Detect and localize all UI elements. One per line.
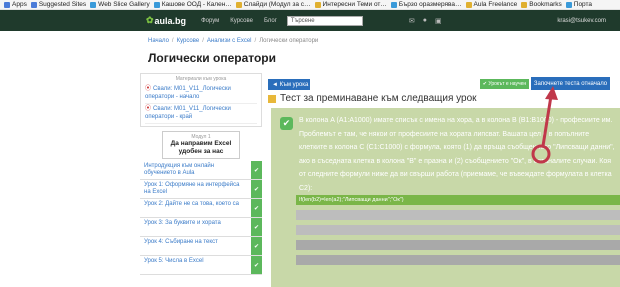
search-input[interactable]: Търсене [286,15,363,26]
page-title: Логически оператори [148,51,277,65]
bookmarks-bar: Apps Suggested Sites Web Slice Gallery К… [0,0,620,10]
answer-option[interactable] [296,225,620,235]
download-link-start[interactable]: ⦿ Свали: M01_V11_Логически оператори - на… [145,84,257,104]
module-name: Да направим Excel удобен за нас [170,140,232,155]
folder-icon [521,1,528,8]
bookmark-resize[interactable]: Бързо оразмерява… [390,1,462,8]
bookmark-apps[interactable]: Apps [4,1,27,8]
bookmark-web-slice-gallery[interactable]: Web Slice Gallery [90,1,150,8]
nav-courses[interactable]: Курсове [230,18,253,24]
bookmark-suggested-sites[interactable]: Suggested Sites [30,1,86,8]
lesson-item[interactable]: Урок 3: За буквите и хората ✔ [140,218,262,237]
breadcrumb-current: Логически оператори [259,38,319,44]
user-email[interactable]: krasi@tsukev.com [557,18,606,24]
lesson-label: Урок 1: Оформяне на интерфейса на Excel [144,182,240,195]
notification-icon[interactable]: ● [423,17,427,24]
nav-blog[interactable]: Блог [264,18,277,24]
lesson-item[interactable]: Урок 4: Събиране на текст ✔ [140,237,262,256]
download-icon: ⦿ [145,86,152,92]
bookmark-calendar[interactable]: Кашове ООД - Кален… [153,1,232,8]
cart-icon[interactable]: ▣ [435,17,442,25]
left-sidebar: Материали към урока ⦿ Свали: M01_V11_Логи… [140,73,262,275]
check-icon: ✔ [251,256,262,274]
main-nav: Форум Курсове Блог [190,18,277,24]
bookmark-bookmarks[interactable]: Bookmarks [521,1,562,8]
folder-icon [465,1,472,8]
answer-option[interactable] [296,210,620,220]
leaf-icon: ✿ [146,15,154,25]
bookmark-interesting-topics[interactable]: Интересни Теми от… [314,1,387,8]
downloads-box: Материали към урока ⦿ Свали: M01_V11_Логи… [140,73,262,127]
lesson-label: Урок 3: За буквите и хората [144,220,221,226]
answer-option[interactable] [296,255,620,265]
square-icon [268,94,276,103]
answer-list: If(len(b2)=len(a2);"Липсващи данни";"Ок"… [296,195,620,270]
breadcrumb-course[interactable]: Анализи с Excel [207,38,252,44]
breadcrumb-courses[interactable]: Курсове [177,38,200,44]
lesson-label: Урок 4: Събиране на текст [144,239,218,245]
back-to-lesson-button[interactable]: ◄ Към урока [268,79,310,90]
bookmark-icon [30,1,37,8]
mail-icon[interactable]: ✉ [409,17,415,25]
lesson-label: Урок 5: Числа в Excel [144,258,204,264]
check-icon: ✔ [280,117,293,130]
folder-icon [314,1,321,8]
breadcrumb-home[interactable]: Начало [148,38,169,44]
download-link-end[interactable]: ⦿ Свали: M01_V11_Логически оператори - кр… [145,104,257,124]
bookmark-portal[interactable]: Порта [565,1,592,8]
nav-forum[interactable]: Форум [201,18,219,24]
downloads-title: Материали към урока [175,76,227,82]
bookmark-aula-freelance[interactable]: Aula Freelance [465,1,517,8]
lesson-item[interactable]: Урок 1: Оформяне на интерфейса на Excel ✔ [140,180,262,199]
check-icon: ✔ [251,218,262,236]
check-icon: ✔ [251,161,262,179]
site-logo[interactable]: ✿ aula.bg [146,15,186,26]
breadcrumb-separator: / [254,38,257,44]
lesson-label: Интродукция към онлайн обучението в Aula [144,163,215,176]
breadcrumb: Начало / Курсове / Анализи с Excel / Лог… [148,38,318,44]
lesson-item[interactable]: Интродукция към онлайн обучението в Aula… [140,161,262,180]
bookmark-icon [153,1,160,8]
bookmark-icon [565,1,572,8]
apps-icon [4,1,10,8]
bookmark-icon [90,1,97,8]
lesson-list: Интродукция към онлайн обучението в Aula… [140,161,262,275]
breadcrumb-separator: / [202,38,204,44]
test-title: Тест за преминаване към следващия урок [268,93,477,104]
question-box: ✔ В колона A (A1:A1000) имате списък с и… [271,108,620,287]
question-text: В колона A (A1:A1000) имате списък с име… [299,117,615,192]
module-header: Модул 1 Да направим Excel удобен за нас [162,131,240,159]
bookmark-icon [390,1,397,8]
breadcrumb-separator: / [171,38,174,44]
lesson-label: Урок 2: Дайте не са това, което са [144,201,239,207]
lesson-learned-button[interactable]: ✔ Урокът е научен [480,79,529,89]
site-header: ✿ aula.bg Форум Курсове Блог Търсене ✉ ● … [0,10,620,31]
restart-test-button[interactable]: Започнете теста отначало [531,77,610,90]
lesson-item[interactable]: Урок 5: Числа в Excel ✔ [140,256,262,275]
lesson-item[interactable]: Урок 2: Дайте не са това, което са ✔ [140,199,262,218]
folder-icon [235,1,242,8]
answer-option[interactable]: If(len(b2)=len(a2);"Липсващи данни";"Ок"… [296,195,620,205]
check-icon: ✔ [251,180,262,198]
download-icon: ⦿ [145,106,152,112]
check-icon: ✔ [251,237,262,255]
bookmark-slides-folder[interactable]: Слайди (Модул за с… [235,1,311,8]
header-icons: ✉ ● ▣ [409,17,450,25]
check-icon: ✔ [251,199,262,217]
answer-option[interactable] [296,240,620,250]
